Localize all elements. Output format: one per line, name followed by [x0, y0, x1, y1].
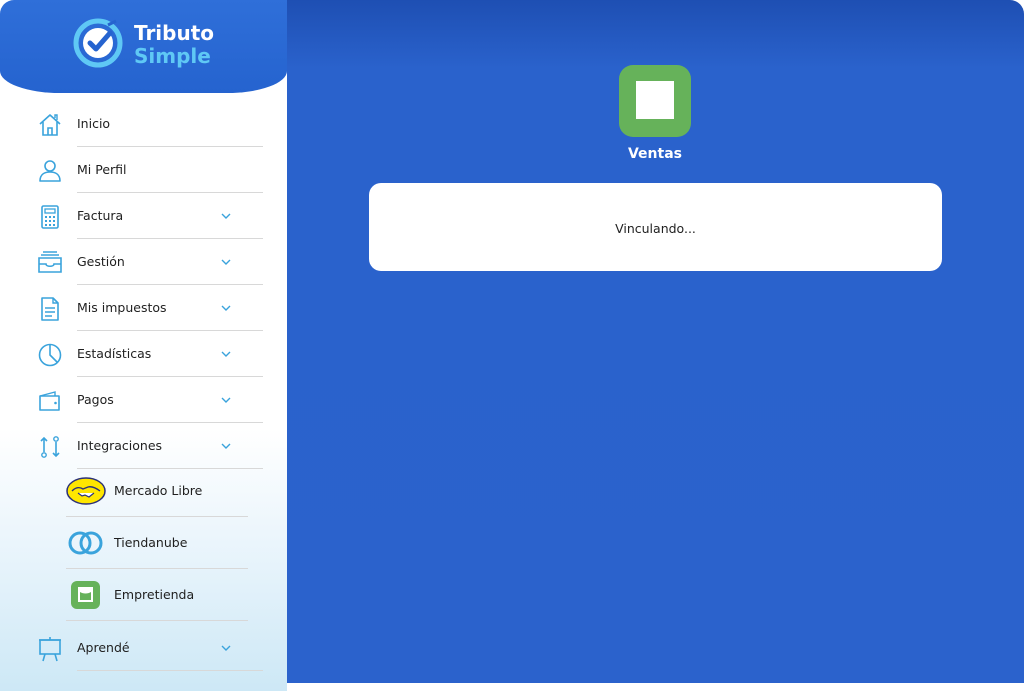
tiendanube-logo-icon: [68, 531, 103, 555]
mercado-libre-logo-icon: [66, 477, 106, 505]
chevron-down-icon[interactable]: [220, 642, 232, 654]
chevron-down-icon[interactable]: [220, 210, 232, 222]
sidebar-item-cut-off[interactable]: [0, 671, 287, 691]
sidebar-item-label: Mi Perfil: [77, 162, 127, 177]
empretienda-logo-icon: [71, 581, 100, 609]
user-icon: [39, 160, 61, 182]
swap-icon: [40, 436, 60, 458]
status-card: Vinculando...: [369, 183, 942, 271]
sidebar-header: Tributo Simple: [0, 0, 287, 93]
empretienda-bag-icon: [636, 81, 674, 119]
chevron-down-icon[interactable]: [220, 394, 232, 406]
sidebar-subitem-label: Mercado Libre: [114, 483, 203, 498]
sidebar-item-mi-perfil[interactable]: Mi Perfil: [0, 147, 287, 193]
partial-icon: [37, 682, 63, 691]
chevron-down-icon[interactable]: [220, 440, 232, 452]
sidebar-item-label: Estadísticas: [77, 346, 152, 361]
pie-chart-icon: [38, 343, 62, 367]
main-content: Ventas Vinculando...: [287, 0, 1024, 683]
sidebar-subitem-tiendanube[interactable]: Tiendanube: [0, 517, 287, 569]
sidebar-item-aprende[interactable]: Aprendé: [0, 625, 287, 671]
sidebar-item-mis-impuestos[interactable]: Mis impuestos: [0, 285, 287, 331]
presentation-board-icon: [39, 637, 61, 662]
inbox-icon: [38, 251, 62, 273]
document-icon: [41, 297, 59, 321]
status-text: Vinculando...: [615, 221, 696, 236]
tributo-simple-logo-icon: [73, 18, 123, 68]
sidebar-subitem-mercado-libre[interactable]: Mercado Libre: [0, 465, 287, 517]
brand-line-2: Simple: [134, 44, 211, 68]
wallet-icon: [39, 391, 60, 411]
page-title: Ventas: [627, 146, 682, 162]
sidebar: Tributo Simple Inicio Mi Perfil Factura …: [0, 0, 287, 691]
sidebar-item-label: Gestión: [77, 254, 125, 269]
divider: [66, 620, 248, 621]
bottom-strip: [287, 683, 1024, 691]
sidebar-item-label: Mis impuestos: [77, 300, 167, 315]
sidebar-item-estadisticas[interactable]: Estadísticas: [0, 331, 287, 377]
sidebar-subitem-label: Tiendanube: [114, 535, 188, 550]
ventas-app-icon: [619, 65, 691, 137]
sidebar-item-label: Pagos: [77, 392, 114, 407]
chevron-down-icon[interactable]: [220, 348, 232, 360]
sidebar-item-integraciones[interactable]: Integraciones: [0, 423, 287, 469]
sidebar-subitem-label: Empretienda: [114, 587, 195, 602]
brand-line-1: Tributo: [134, 21, 215, 45]
sidebar-item-label: Integraciones: [77, 438, 163, 453]
chevron-down-icon[interactable]: [220, 302, 232, 314]
sidebar-item-label: Aprendé: [77, 640, 130, 655]
sidebar-item-gestion[interactable]: Gestión: [0, 239, 287, 285]
sidebar-item-label: Factura: [77, 208, 124, 223]
home-icon: [39, 114, 61, 136]
sidebar-item-inicio[interactable]: Inicio: [0, 101, 287, 147]
sidebar-item-factura[interactable]: Factura: [0, 193, 287, 239]
brand-logo-text[interactable]: Tributo Simple: [134, 22, 214, 68]
sidebar-subitem-empretienda[interactable]: Empretienda: [0, 569, 287, 621]
app-window: Tributo Simple Inicio Mi Perfil Factura …: [0, 0, 1024, 691]
calculator-icon: [41, 205, 59, 229]
chevron-down-icon[interactable]: [220, 256, 232, 268]
sidebar-item-pagos[interactable]: Pagos: [0, 377, 287, 423]
sidebar-item-label: Inicio: [77, 116, 111, 131]
